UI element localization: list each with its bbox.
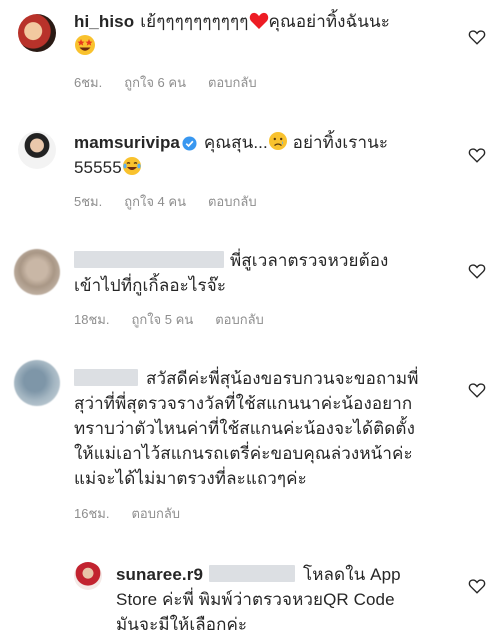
timestamp: 16ชม.: [74, 506, 110, 521]
avatar[interactable]: [14, 360, 60, 406]
verified-badge-icon: [182, 136, 197, 151]
reply-button[interactable]: ตอบกลับ: [208, 194, 257, 209]
like-heart-icon[interactable]: [468, 381, 486, 399]
redacted-mention: [209, 565, 295, 582]
comment-meta: 6ชม. ถูกใจ 6 คน ตอบกลับ: [74, 72, 279, 93]
reply-button[interactable]: ตอบกลับ: [131, 506, 180, 521]
redacted-username: [74, 369, 138, 386]
timestamp: 6ชม.: [74, 75, 103, 90]
comment-text: สวัสดีค่ะพี่สุน้องขอรบกวนจะขอถามพี่ สุว่…: [74, 369, 419, 488]
avatar[interactable]: [18, 14, 56, 52]
username[interactable]: sunaree.r9: [116, 565, 203, 584]
like-heart-icon[interactable]: [468, 577, 486, 595]
like-heart-icon[interactable]: [468, 28, 486, 46]
red-heart-emoji: [249, 12, 268, 29]
avatar[interactable]: [18, 131, 56, 169]
avatar[interactable]: [74, 562, 102, 590]
reply-button[interactable]: ตอบกลับ: [215, 312, 264, 327]
likes-count[interactable]: ถูกใจ 4 คน: [124, 194, 186, 209]
star-struck-emoji: [75, 35, 95, 55]
laughing-tears-emoji: [122, 157, 141, 175]
timestamp: 5ชม.: [74, 194, 103, 209]
comment-meta: 16ชม. ตอบกลับ: [74, 503, 202, 524]
comment-text: พี่สูเวลาตรวจหวยต้อง เข้าไปที่กูเกิ้ลอะไ…: [74, 251, 389, 295]
comment-text: hi_hiso เย้ๆๆๆๆๆๆๆๆๆๆ คุณอย่าทิ้งฉันนะ: [74, 9, 454, 60]
username[interactable]: mamsurivipa: [74, 133, 180, 152]
like-heart-icon[interactable]: [468, 262, 486, 280]
timestamp: 18ชม.: [74, 312, 110, 327]
likes-count[interactable]: ถูกใจ 6 คน: [124, 75, 186, 90]
comment-text: sunaree.r9 โหลดใน App Store ค่ะพี่ พิมพ์ว…: [116, 565, 401, 634]
sad-face-emoji: [268, 132, 287, 150]
avatar[interactable]: [14, 249, 60, 295]
comment-text: mamsurivipa คุณสุน... อย่าทิ้งเรานะ 5555…: [74, 132, 389, 177]
comment-meta: 5ชม. ถูกใจ 4 คน ตอบกลับ: [74, 191, 279, 212]
like-heart-icon[interactable]: [468, 146, 486, 164]
redacted-username: [74, 251, 224, 268]
reply-button[interactable]: ตอบกลับ: [208, 75, 257, 90]
username[interactable]: hi_hiso: [74, 12, 134, 31]
likes-count[interactable]: ถูกใจ 5 คน: [131, 312, 193, 327]
comment-meta: 18ชม. ถูกใจ 5 คน ตอบกลับ: [74, 309, 286, 330]
